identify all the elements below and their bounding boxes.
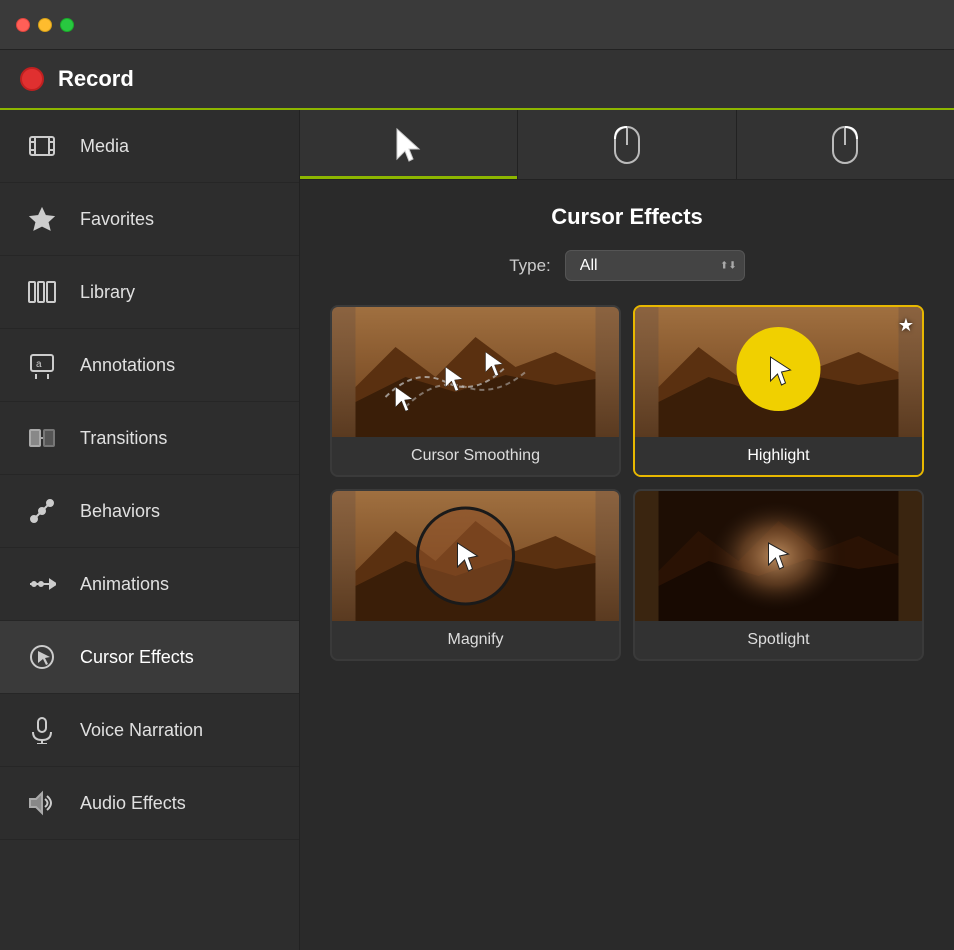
sidebar-item-favorites[interactable]: Favorites xyxy=(0,183,299,256)
effect-cursor-smoothing-name: Cursor Smoothing xyxy=(332,437,619,475)
sidebar-item-animations-label: Animations xyxy=(80,574,169,595)
sidebar-item-audio-effects[interactable]: Audio Effects xyxy=(0,767,299,840)
sidebar-item-library[interactable]: Library xyxy=(0,256,299,329)
sidebar-item-behaviors-label: Behaviors xyxy=(80,501,160,522)
type-row: Type: All Cursor Click xyxy=(330,250,924,281)
cursor-effects-icon xyxy=(24,639,60,675)
books-icon xyxy=(24,274,60,310)
sidebar-item-library-label: Library xyxy=(80,282,135,303)
sidebar-item-cursor-effects-label: Cursor Effects xyxy=(80,647,194,668)
effect-magnify-name: Magnify xyxy=(332,621,619,659)
sidebar-item-animations[interactable]: Animations xyxy=(0,548,299,621)
effect-thumbnail-spotlight xyxy=(635,491,922,621)
sidebar-item-transitions[interactable]: Transitions xyxy=(0,402,299,475)
sidebar-item-voice-narration-label: Voice Narration xyxy=(80,720,203,741)
sidebar-item-annotations[interactable]: a Annotations xyxy=(0,329,299,402)
main-layout: Media Favorites Library xyxy=(0,110,954,950)
sidebar-item-annotations-label: Annotations xyxy=(80,355,175,376)
mic-icon xyxy=(24,712,60,748)
mouse-left-icon xyxy=(609,123,645,167)
animations-icon xyxy=(24,566,60,602)
content-title: Cursor Effects xyxy=(330,204,924,230)
star-badge-highlight: ★ xyxy=(898,315,914,336)
effect-thumbnail-magnify xyxy=(332,491,619,621)
record-dot xyxy=(20,67,44,91)
sidebar-item-behaviors[interactable]: Behaviors xyxy=(0,475,299,548)
maximize-button[interactable] xyxy=(60,18,74,32)
effects-grid: Cursor Smoothing xyxy=(330,305,924,661)
sidebar-item-cursor-effects[interactable]: Cursor Effects xyxy=(0,621,299,694)
behaviors-icon xyxy=(24,493,60,529)
svg-text:a: a xyxy=(36,359,42,370)
cursor-tab-icon xyxy=(391,125,427,165)
mouse-right-icon xyxy=(827,123,863,167)
sidebar-item-audio-effects-label: Audio Effects xyxy=(80,793,186,814)
titlebar xyxy=(0,0,954,50)
sidebar-item-transitions-label: Transitions xyxy=(80,428,167,449)
effect-card-highlight[interactable]: ★ Highlight xyxy=(633,305,924,477)
type-select[interactable]: All Cursor Click xyxy=(565,250,745,281)
tab-bar xyxy=(300,110,954,180)
sidebar-item-voice-narration[interactable]: Voice Narration xyxy=(0,694,299,767)
star-icon xyxy=(24,201,60,237)
header: Record xyxy=(0,50,954,110)
transitions-icon xyxy=(24,420,60,456)
effect-thumbnail-cursor-smoothing xyxy=(332,307,619,437)
annotation-icon: a xyxy=(24,347,60,383)
minimize-button[interactable] xyxy=(38,18,52,32)
sidebar: Media Favorites Library xyxy=(0,110,300,950)
film-icon xyxy=(24,128,60,164)
tab-click-right[interactable] xyxy=(737,110,954,179)
type-select-wrapper: All Cursor Click xyxy=(565,250,745,281)
traffic-lights xyxy=(16,18,74,32)
effect-card-cursor-smoothing[interactable]: Cursor Smoothing xyxy=(330,305,621,477)
content-panel: Cursor Effects Type: All Cursor Click xyxy=(300,110,954,950)
close-button[interactable] xyxy=(16,18,30,32)
effect-spotlight-name: Spotlight xyxy=(635,621,922,659)
effect-thumbnail-highlight: ★ xyxy=(635,307,922,437)
sidebar-item-favorites-label: Favorites xyxy=(80,209,154,230)
tab-click-left[interactable] xyxy=(518,110,736,179)
sidebar-item-media-label: Media xyxy=(80,136,129,157)
content-inner: Cursor Effects Type: All Cursor Click xyxy=(300,180,954,950)
type-label: Type: xyxy=(509,256,551,276)
tab-cursor[interactable] xyxy=(300,110,518,179)
sidebar-item-media[interactable]: Media xyxy=(0,110,299,183)
effect-card-magnify[interactable]: Magnify xyxy=(330,489,621,661)
effect-highlight-name: Highlight xyxy=(635,437,922,475)
audio-icon xyxy=(24,785,60,821)
effect-card-spotlight[interactable]: Spotlight xyxy=(633,489,924,661)
app-title: Record xyxy=(58,66,134,92)
